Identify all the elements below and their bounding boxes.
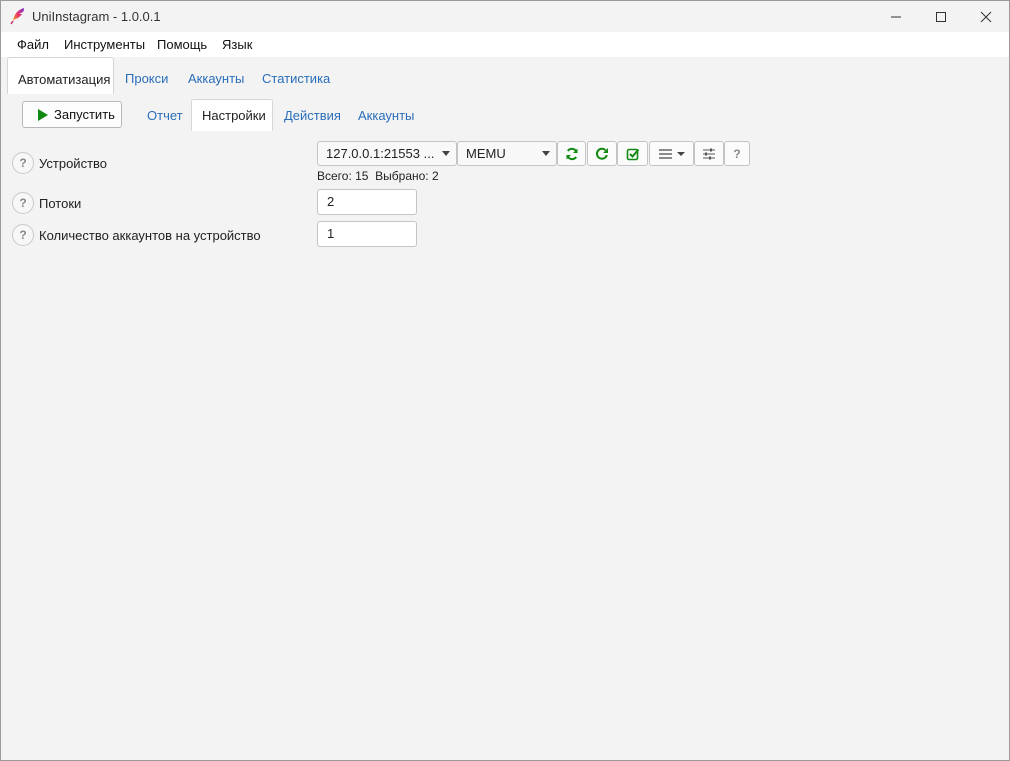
subtab-settings[interactable]: Настройки	[191, 99, 273, 131]
total-count: Всего: 15	[317, 169, 369, 183]
tab-accounts[interactable]: Аккаунты	[188, 57, 244, 94]
menu-tools[interactable]: Инструменты	[64, 37, 145, 52]
subtab-actions[interactable]: Действия	[284, 101, 341, 131]
menu-bar: Файл Инструменты Помощь Язык	[1, 32, 1009, 57]
device-select[interactable]: 127.0.0.1:21553 ...	[317, 141, 457, 166]
device-label: Устройство	[39, 156, 108, 171]
chevron-down-icon	[542, 151, 550, 156]
start-button[interactable]: Запустить	[22, 101, 122, 128]
close-icon	[980, 11, 992, 22]
threads-label: Потоки	[39, 196, 82, 211]
close-button[interactable]	[963, 1, 1009, 32]
tab-proxy[interactable]: Прокси	[125, 57, 168, 94]
menu-file[interactable]: Файл	[17, 37, 49, 52]
app-window: UniInstagram - 1.0.0.1 Файл Инструменты …	[0, 0, 1010, 761]
minimize-button[interactable]	[873, 1, 919, 32]
device-select-value: 127.0.0.1:21553 ...	[326, 146, 435, 161]
start-button-label: Запустить	[54, 107, 115, 122]
feather-icon	[10, 7, 26, 25]
device-settings-button[interactable]	[694, 141, 724, 166]
select-all-button[interactable]	[617, 141, 648, 166]
device-help-button[interactable]: ?	[724, 141, 750, 166]
accounts-per-device-input[interactable]: 1	[317, 221, 417, 247]
sync-devices-button[interactable]	[557, 141, 586, 166]
list-menu-button[interactable]	[649, 141, 694, 166]
subtab-report[interactable]: Отчет	[147, 101, 183, 131]
sliders-icon	[703, 148, 715, 159]
menu-language[interactable]: Язык	[222, 37, 252, 52]
sync-icon	[566, 147, 577, 160]
maximize-button[interactable]	[918, 1, 964, 32]
minimize-icon	[891, 16, 901, 17]
menu-help[interactable]: Помощь	[157, 37, 207, 52]
maximize-icon	[936, 11, 946, 22]
threads-input[interactable]: 2	[317, 189, 417, 215]
subtab-accounts[interactable]: Аккаунты	[358, 101, 414, 131]
chevron-down-icon	[442, 151, 450, 156]
list-icon	[658, 148, 685, 159]
device-help-icon[interactable]: ?	[12, 152, 34, 174]
title-bar: UniInstagram - 1.0.0.1	[1, 1, 1009, 32]
play-icon	[38, 108, 48, 121]
refresh-icon	[595, 147, 608, 160]
emulator-select[interactable]: MEMU	[457, 141, 557, 166]
emulator-select-value: MEMU	[466, 146, 506, 161]
question-icon: ?	[733, 146, 741, 161]
tab-automation[interactable]: Автоматизация	[7, 57, 114, 94]
accounts-per-device-label: Количество аккаунтов на устройство	[39, 228, 261, 243]
device-counts: Всего: 15 Выбрано: 2	[317, 169, 439, 183]
tab-statistics[interactable]: Статистика	[262, 57, 330, 94]
accounts-per-device-help-icon[interactable]: ?	[12, 224, 34, 246]
selected-count: Выбрано: 2	[375, 169, 439, 183]
threads-help-icon[interactable]: ?	[12, 192, 34, 214]
main-tabs: Автоматизация Прокси Аккаунты Статистика	[1, 57, 1009, 94]
refresh-button[interactable]	[587, 141, 617, 166]
window-title: UniInstagram - 1.0.0.1	[32, 9, 161, 24]
check-square-icon	[626, 148, 639, 160]
